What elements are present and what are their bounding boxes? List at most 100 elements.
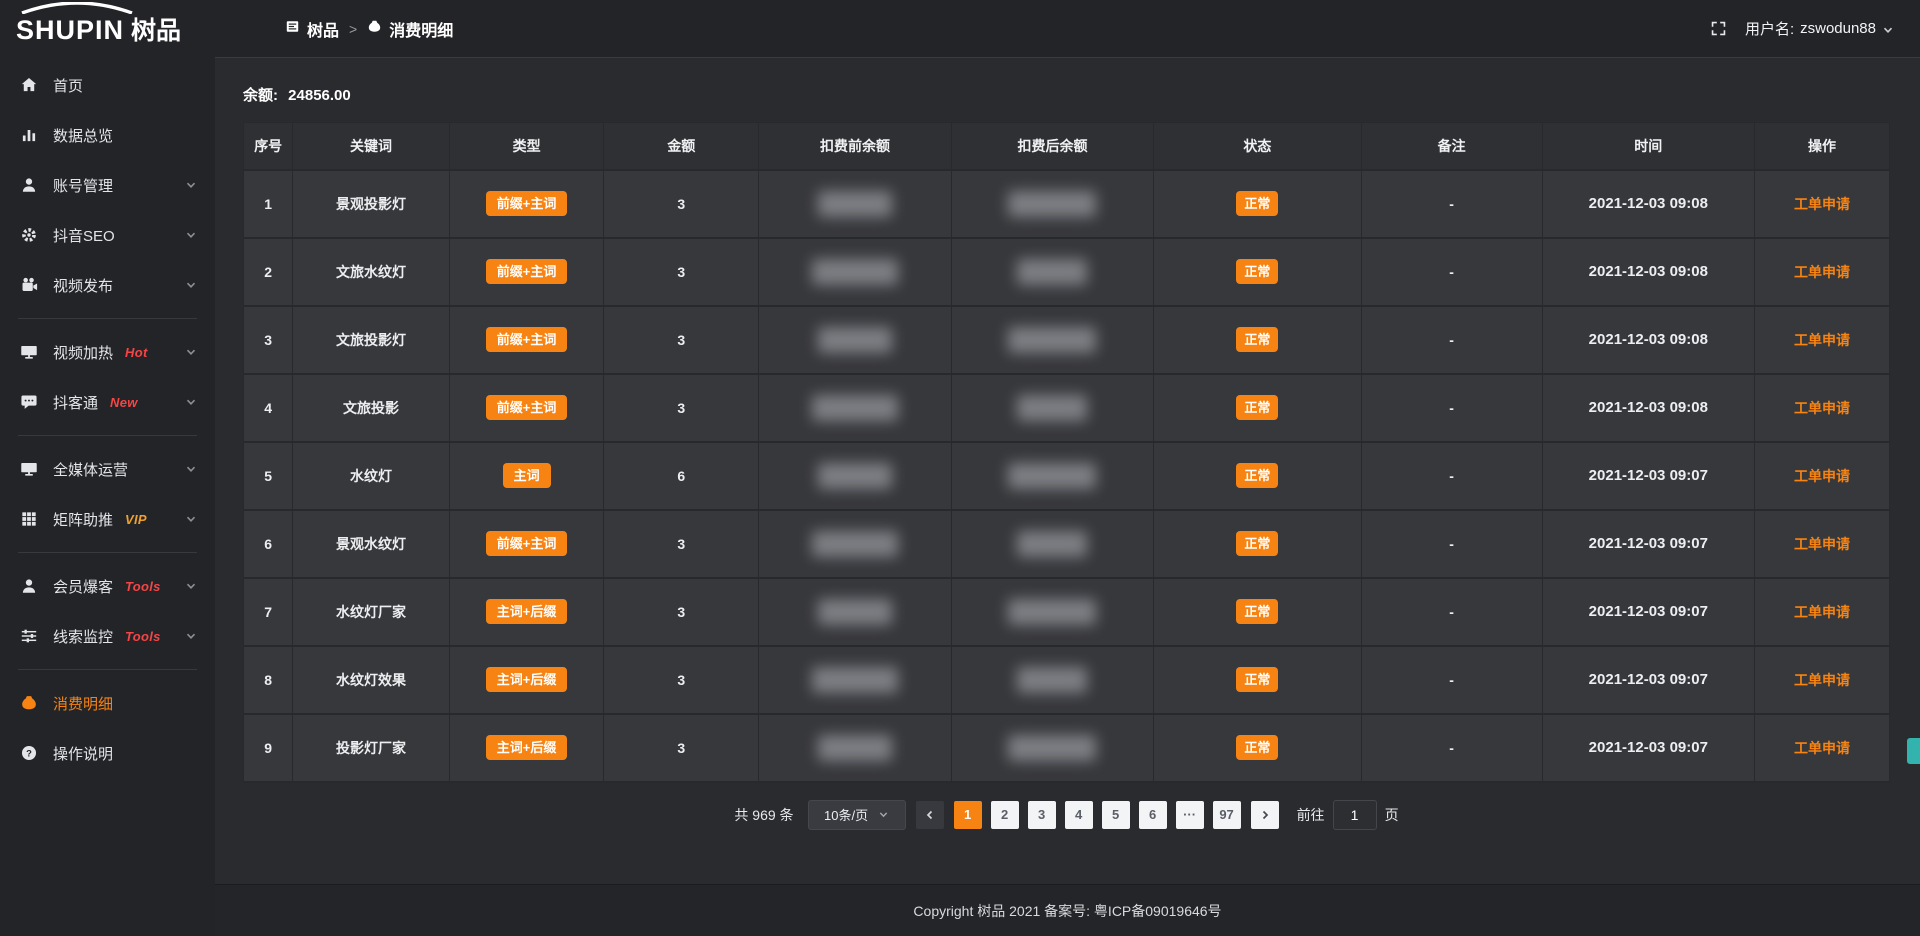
ticket-request-link[interactable]: 工单申请: [1794, 332, 1850, 348]
status-badge: 正常: [1236, 667, 1278, 692]
ticket-request-link[interactable]: 工单申请: [1794, 536, 1850, 552]
type-badge: 前缀+主词: [486, 395, 568, 420]
home-icon: [20, 76, 38, 94]
prev-page-button[interactable]: [916, 801, 944, 829]
sidebar-item-video-publish[interactable]: 视频发布: [0, 260, 215, 310]
cell-status: 正常: [1154, 578, 1361, 646]
redacted-balance-after: [1008, 327, 1096, 353]
report-icon: [285, 19, 300, 39]
column-header: 备注: [1361, 123, 1542, 170]
status-badge: 正常: [1236, 463, 1278, 488]
ticket-request-link[interactable]: 工单申请: [1794, 264, 1850, 280]
cell-seq: 5: [244, 442, 293, 510]
time-value: 2021-12-03 09:07: [1589, 535, 1708, 552]
cell-action: 工单申请: [1754, 374, 1889, 442]
app-window: SHUPIN 树品 首页 数据总览 账号管理 抖音SEO: [0, 0, 1920, 936]
seq-value: 5: [264, 468, 272, 484]
chevron-down-icon: [185, 580, 197, 592]
grid-icon: [20, 510, 38, 528]
amount-value: 3: [677, 264, 685, 280]
redacted-balance-before: [818, 463, 892, 489]
fullscreen-icon[interactable]: [1710, 20, 1727, 37]
cell-keyword: 文旅水纹灯: [293, 238, 449, 306]
page-number-button[interactable]: 4: [1065, 801, 1093, 829]
sidebar-item-matrix-boost[interactable]: 矩阵助推 VIP: [0, 494, 215, 544]
sidebar-item-data-overview[interactable]: 数据总览: [0, 110, 215, 160]
cell-amount: 3: [604, 238, 759, 306]
redacted-balance-after: [1008, 463, 1096, 489]
chevron-down-icon: [185, 513, 197, 525]
sidebar-divider: [18, 318, 197, 319]
cell-balance-after: [951, 238, 1153, 306]
sidebar-item-account-management[interactable]: 账号管理: [0, 160, 215, 210]
amount-value: 3: [677, 740, 685, 756]
page-number-button[interactable]: 5: [1102, 801, 1130, 829]
sidebar-item-instructions[interactable]: ? 操作说明: [0, 728, 215, 778]
sidebar-item-douyin-seo[interactable]: 抖音SEO: [0, 210, 215, 260]
ticket-request-link[interactable]: 工单申请: [1794, 400, 1850, 416]
cell-time: 2021-12-03 09:07: [1542, 578, 1754, 646]
page-number-button[interactable]: 1: [954, 801, 982, 829]
display-icon: [20, 460, 38, 478]
chevron-down-icon: [185, 630, 197, 642]
user-menu[interactable]: 用户名: zswodun88: [1745, 18, 1894, 39]
sidebar-item-label: 抖音SEO: [53, 225, 115, 246]
sidebar-nav: 首页 数据总览 账号管理 抖音SEO 视频发布: [0, 58, 215, 778]
floating-widget[interactable]: [1907, 738, 1920, 764]
cell-status: 正常: [1154, 442, 1361, 510]
sidebar-item-consumption-detail[interactable]: 消费明细: [0, 678, 215, 728]
sidebar-item-lead-monitoring[interactable]: 线索监控 Tools: [0, 611, 215, 661]
cell-keyword: 投影灯厂家: [293, 714, 449, 782]
sidebar-item-douketong[interactable]: 抖客通 New: [0, 377, 215, 427]
chevron-down-icon: [878, 809, 889, 820]
cell-amount: 3: [604, 714, 759, 782]
column-header: 扣费前余额: [759, 123, 952, 170]
time-value: 2021-12-03 09:07: [1589, 671, 1708, 688]
page-number-button[interactable]: ···: [1176, 801, 1204, 829]
amount-value: 3: [677, 604, 685, 620]
page-number-button[interactable]: 3: [1028, 801, 1056, 829]
table-head: 序号关键词类型金额扣费前余额扣费后余额状态备注时间操作: [244, 123, 1890, 170]
ticket-request-link[interactable]: 工单申请: [1794, 740, 1850, 756]
page-size-select[interactable]: 10条/页: [808, 800, 906, 830]
sidebar-item-home[interactable]: 首页: [0, 60, 215, 110]
page-number-button[interactable]: 6: [1139, 801, 1167, 829]
ticket-request-link[interactable]: 工单申请: [1794, 196, 1850, 212]
cell-keyword: 文旅投影灯: [293, 306, 449, 374]
next-page-button[interactable]: [1251, 801, 1279, 829]
cell-seq: 9: [244, 714, 293, 782]
ticket-request-link[interactable]: 工单申请: [1794, 604, 1850, 620]
remark-value: -: [1449, 196, 1454, 212]
breadcrumb-home[interactable]: 树品: [285, 17, 339, 41]
remark-value: -: [1449, 468, 1454, 484]
sidebar-item-label: 矩阵助推: [53, 509, 113, 530]
status-badge: 正常: [1236, 395, 1278, 420]
amount-value: 3: [677, 196, 685, 212]
logo-arc-icon: [18, 2, 136, 14]
keyword-value: 水纹灯效果: [336, 672, 406, 688]
page-number-button[interactable]: 97: [1213, 801, 1241, 829]
cell-seq: 7: [244, 578, 293, 646]
cell-status: 正常: [1154, 238, 1361, 306]
time-value: 2021-12-03 09:08: [1589, 195, 1708, 212]
cell-status: 正常: [1154, 374, 1361, 442]
remark-value: -: [1449, 740, 1454, 756]
type-badge: 主词+后缀: [486, 667, 568, 692]
redacted-balance-before: [818, 327, 892, 353]
sidebar-item-member-burst[interactable]: 会员爆客 Tools: [0, 561, 215, 611]
seq-value: 4: [264, 400, 272, 416]
cell-status: 正常: [1154, 646, 1361, 714]
chevron-down-icon: [185, 463, 197, 475]
sidebar-item-omni-media[interactable]: 全媒体运营: [0, 444, 215, 494]
goto-page-input[interactable]: [1333, 800, 1377, 830]
cell-action: 工单申请: [1754, 510, 1889, 578]
sidebar-item-video-heating[interactable]: 视频加热 Hot: [0, 327, 215, 377]
status-badge: 正常: [1236, 259, 1278, 284]
page-number-button[interactable]: 2: [991, 801, 1019, 829]
ticket-request-link[interactable]: 工单申请: [1794, 468, 1850, 484]
breadcrumb-current[interactable]: 消费明细: [367, 17, 453, 41]
bar-chart-icon: [20, 126, 38, 144]
ticket-request-link[interactable]: 工单申请: [1794, 672, 1850, 688]
logo-text-cn: 树品: [131, 11, 181, 47]
table-row: 6 景观水纹灯 前缀+主词 3 正常 - 2021-12-03 09:07 工单…: [244, 510, 1890, 578]
